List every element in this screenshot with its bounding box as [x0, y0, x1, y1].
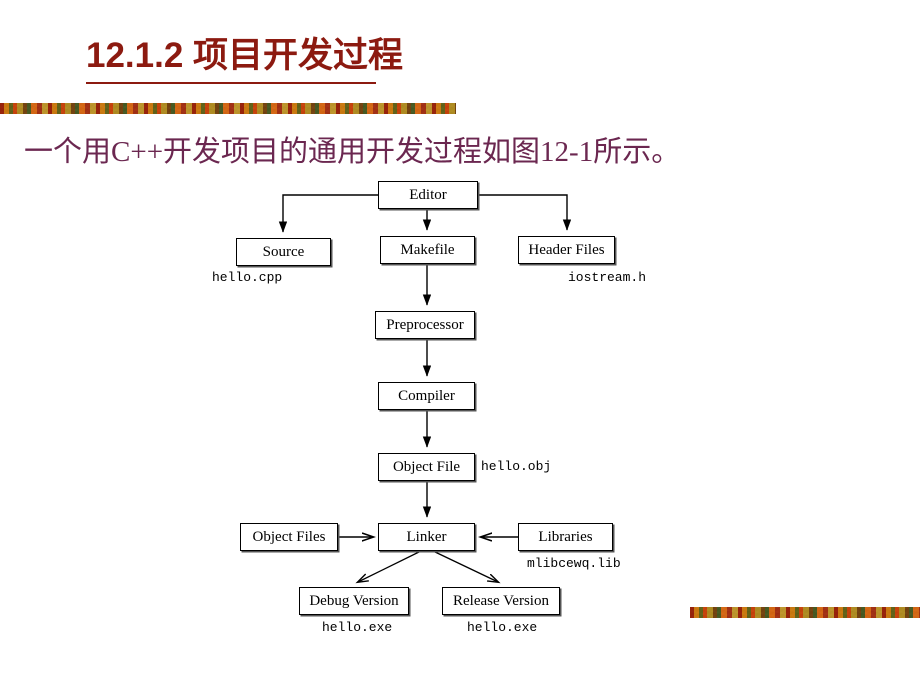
edge-editor-source: [278, 194, 378, 233]
annotation-hello-exe-release: hello.exe: [467, 620, 538, 635]
edge-linker-release-version: [432, 550, 498, 582]
annotation-hello-obj: hello.obj: [481, 459, 552, 474]
slide-canvas: 12.1.2 项目开发过程 一个用C++开发项目的通用开发过程如图12-1所示。: [0, 0, 920, 690]
edge-linker-debug-version: [358, 550, 422, 582]
node-makefile: Makefile: [380, 236, 475, 264]
node-object-files: Object Files: [240, 523, 338, 551]
node-object-files-label: Object Files: [252, 528, 326, 545]
annotation-iostream-h: iostream.h: [568, 270, 647, 285]
page-title: 12.1.2 项目开发过程: [86, 36, 404, 75]
node-object-file-label: Object File: [392, 458, 461, 475]
title-underline: [86, 82, 376, 84]
node-makefile-label: Makefile: [400, 241, 455, 258]
node-preprocessor-label: Preprocessor: [386, 316, 464, 333]
node-linker: Linker: [378, 523, 475, 551]
node-compiler-label: Compiler: [398, 387, 455, 404]
node-libraries-label: Libraries: [538, 528, 593, 545]
node-editor-label: Editor: [409, 186, 447, 203]
node-header-files: Header Files: [518, 236, 615, 264]
node-header-files-label: Header Files: [528, 241, 605, 258]
node-debug-version-label: Debug Version: [309, 592, 399, 609]
annotation-hello-cpp: hello.cpp: [212, 270, 283, 285]
node-release-version-label: Release Version: [453, 592, 549, 609]
node-compiler: Compiler: [378, 382, 475, 410]
annotation-hello-exe-debug: hello.exe: [322, 620, 393, 635]
node-debug-version: Debug Version: [299, 587, 409, 615]
annotation-mlibcewq-lib: mlibcewq.lib: [527, 556, 621, 571]
node-release-version: Release Version: [442, 587, 560, 615]
bottom-decorative-bar: [690, 607, 920, 618]
top-decorative-bar: [0, 103, 456, 114]
node-libraries: Libraries: [518, 523, 613, 551]
edge-editor-header-files: [478, 194, 572, 231]
node-source-label: Source: [262, 243, 305, 260]
node-source: Source: [236, 238, 331, 266]
body-text: 一个用C++开发项目的通用开发过程如图12-1所示。: [24, 136, 681, 168]
node-editor: Editor: [378, 181, 478, 209]
node-preprocessor: Preprocessor: [375, 311, 475, 339]
node-object-file: Object File: [378, 453, 475, 481]
node-linker-label: Linker: [406, 528, 447, 545]
